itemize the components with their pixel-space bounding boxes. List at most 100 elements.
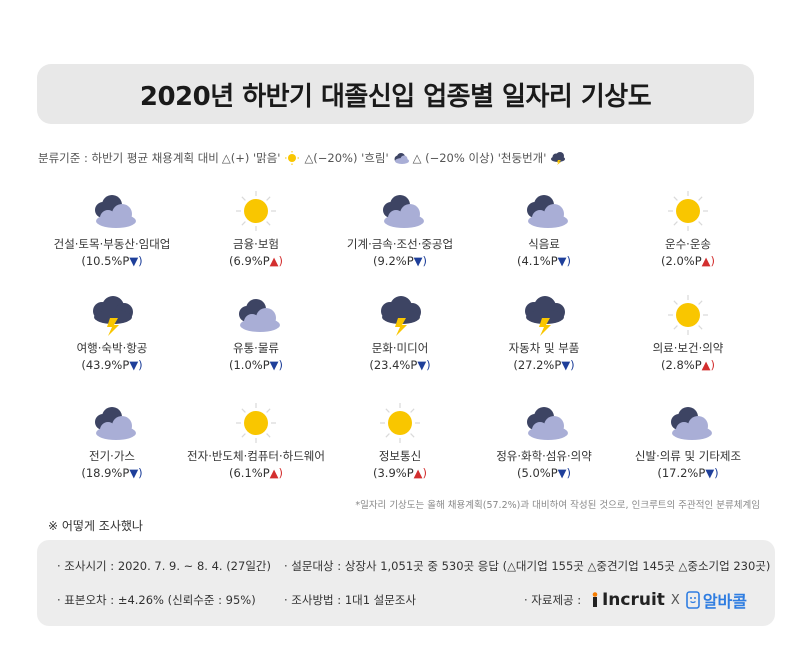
industry-cell: 자동차 및 부품 (27.2%P▼) <box>472 294 616 384</box>
industry-value: (6.9%P▲) <box>229 254 283 268</box>
footnote: *일자리 기상도는 올해 채용계획(57.2%)과 대비하여 작성된 것으로, … <box>355 500 760 511</box>
incruit-mark-icon <box>592 592 598 607</box>
survey-target: · 설문대상 : 상장사 1,051곳 중 530곳 응답 (△대기업 155곳… <box>284 559 771 573</box>
sun-icon <box>668 191 708 231</box>
industry-value: (10.5%P▼) <box>81 254 143 268</box>
industry-cell: 여행·숙박·항공 (43.9%P▼) <box>40 294 184 384</box>
cloud-icon <box>394 153 409 164</box>
industry-cell: 식음료 (4.1%P▼) <box>472 190 616 280</box>
storm-icon <box>381 296 421 336</box>
page-title: 2020년 하반기 대졸신입 업종별 일자리 기상도 <box>139 81 652 112</box>
legend-storm: △ (−20% 이상) '천둥번개' <box>412 151 547 165</box>
industry-cell: 정보통신 (3.9%P▲) <box>328 402 472 492</box>
storm-icon <box>551 152 566 165</box>
legend-prefix: 분류기준 : 하반기 평균 채용계획 대비 <box>38 151 219 165</box>
industry-name: 건설·토목·부동산·임대업 <box>53 237 171 251</box>
arrow-down-icon: ▼) <box>557 254 571 268</box>
logo-separator: X <box>670 592 680 608</box>
industry-name: 정유·화학·섬유·의약 <box>496 449 592 463</box>
sun-icon <box>285 151 300 165</box>
how-title: ※ 어떻게 조사했나 <box>48 519 143 533</box>
industry-value: (18.9%P▼) <box>81 466 143 480</box>
industry-value: (2.0%P▲) <box>661 254 715 268</box>
arrow-down-icon: ▼) <box>269 358 283 372</box>
cloud-icon <box>383 195 424 228</box>
industry-name: 자동차 및 부품 <box>508 341 580 355</box>
arrow-up-icon: ▲) <box>269 466 283 480</box>
survey-period: · 조사시기 : 2020. 7. 9. ~ 8. 4. (27일간) <box>57 559 271 573</box>
industry-name: 정보통신 <box>378 449 422 463</box>
industry-cell: 금융·보험 (6.9%P▲) <box>184 190 328 280</box>
arrow-down-icon: ▼) <box>129 466 143 480</box>
albacall-logo: 알바콜 <box>686 588 747 612</box>
industry-name: 기계·금속·조선·중공업 <box>346 237 454 251</box>
sun-icon <box>380 403 420 443</box>
arrow-down-icon: ▼) <box>417 358 431 372</box>
arrow-up-icon: ▲) <box>269 254 283 268</box>
industry-name: 의료·보건·의약 <box>652 341 724 355</box>
survey-info-box: · 조사시기 : 2020. 7. 9. ~ 8. 4. (27일간) · 설문… <box>37 540 775 626</box>
industry-name: 유통·물류 <box>233 341 279 355</box>
industry-value: (1.0%P▼) <box>229 358 283 372</box>
cloud-icon <box>671 407 712 440</box>
arrow-down-icon: ▼) <box>129 358 143 372</box>
industry-cell: 기계·금속·조선·중공업 (9.2%P▼) <box>328 190 472 280</box>
arrow-up-icon: ▲) <box>413 466 427 480</box>
industry-name: 문화·미디어 <box>371 341 429 355</box>
sun-icon <box>236 191 276 231</box>
industry-cell: 문화·미디어 (23.4%P▼) <box>328 294 472 384</box>
incruit-logo: Incruit <box>591 590 665 610</box>
cloud-icon <box>527 407 568 440</box>
survey-method: · 조사방법 : 1대1 설문조사 <box>284 593 417 607</box>
survey-error: · 표본오차 : ±4.26% (신뢰수준 : 95%) <box>57 593 256 607</box>
industry-value: (4.1%P▼) <box>517 254 571 268</box>
industry-name: 금융·보험 <box>233 237 279 251</box>
arrow-down-icon: ▼) <box>129 254 143 268</box>
cloud-icon <box>95 407 136 440</box>
industry-name: 전자·반도체·컴퓨터·하드웨어 <box>187 449 325 463</box>
industry-value: (43.9%P▼) <box>81 358 143 372</box>
arrow-down-icon: ▼) <box>413 254 427 268</box>
arrow-up-icon: ▲) <box>701 254 715 268</box>
industry-value: (23.4%P▼) <box>369 358 431 372</box>
storm-icon <box>93 296 133 336</box>
industry-cell: 건설·토목·부동산·임대업 (10.5%P▼) <box>40 190 184 280</box>
industry-name: 식음료 <box>528 237 560 251</box>
legend-sunny: △(+) '맑음' <box>221 151 281 165</box>
industry-value: (2.8%P▲) <box>661 358 715 372</box>
legend: 분류기준 : 하반기 평균 채용계획 대비 △(+) '맑음' △(−20%) … <box>38 150 567 166</box>
industry-name: 전기·가스 <box>89 449 135 463</box>
industry-name: 여행·숙박·항공 <box>76 341 148 355</box>
industry-value: (9.2%P▼) <box>373 254 427 268</box>
industry-cell: 정유·화학·섬유·의약 (5.0%P▼) <box>472 402 616 492</box>
industry-grid: 건설·토목·부동산·임대업 (10.5%P▼) 금융·보험 (6.9%P▲) 기계·금… <box>40 190 760 480</box>
arrow-down-icon: ▼) <box>561 358 575 372</box>
industry-cell: 전기·가스 (18.9%P▼) <box>40 402 184 492</box>
sun-icon <box>236 403 276 443</box>
industry-name: 신발·의류 및 기타제조 <box>634 449 742 463</box>
arrow-up-icon: ▲) <box>701 358 715 372</box>
phone-icon <box>686 591 700 609</box>
industry-value: (6.1%P▲) <box>229 466 283 480</box>
cloud-icon <box>239 299 280 332</box>
industry-cell: 전자·반도체·컴퓨터·하드웨어 (6.1%P▲) <box>184 402 328 492</box>
storm-icon <box>525 296 565 336</box>
industry-value: (17.2%P▼) <box>657 466 719 480</box>
industry-name: 운수·운송 <box>665 237 711 251</box>
provider-logos: Incruit X 알바콜 <box>591 588 747 612</box>
industry-cell: 신발·의류 및 기타제조 (17.2%P▼) <box>616 402 760 492</box>
sun-icon <box>668 295 708 335</box>
industry-cell: 운수·운송 (2.0%P▲) <box>616 190 760 280</box>
industry-cell: 의료·보건·의약 (2.8%P▲) <box>616 294 760 384</box>
legend-cloudy: △(−20%) '흐림' <box>304 151 389 165</box>
industry-cell: 유통·물류 (1.0%P▼) <box>184 294 328 384</box>
arrow-down-icon: ▼) <box>557 466 571 480</box>
industry-value: (5.0%P▼) <box>517 466 571 480</box>
survey-provider: · 자료제공 : <box>524 593 582 607</box>
cloud-icon <box>527 195 568 228</box>
industry-value: (27.2%P▼) <box>513 358 575 372</box>
cloud-icon <box>95 195 136 228</box>
arrow-down-icon: ▼) <box>705 466 719 480</box>
industry-value: (3.9%P▲) <box>373 466 427 480</box>
title-banner: 2020년 하반기 대졸신입 업종별 일자리 기상도 <box>37 64 754 124</box>
